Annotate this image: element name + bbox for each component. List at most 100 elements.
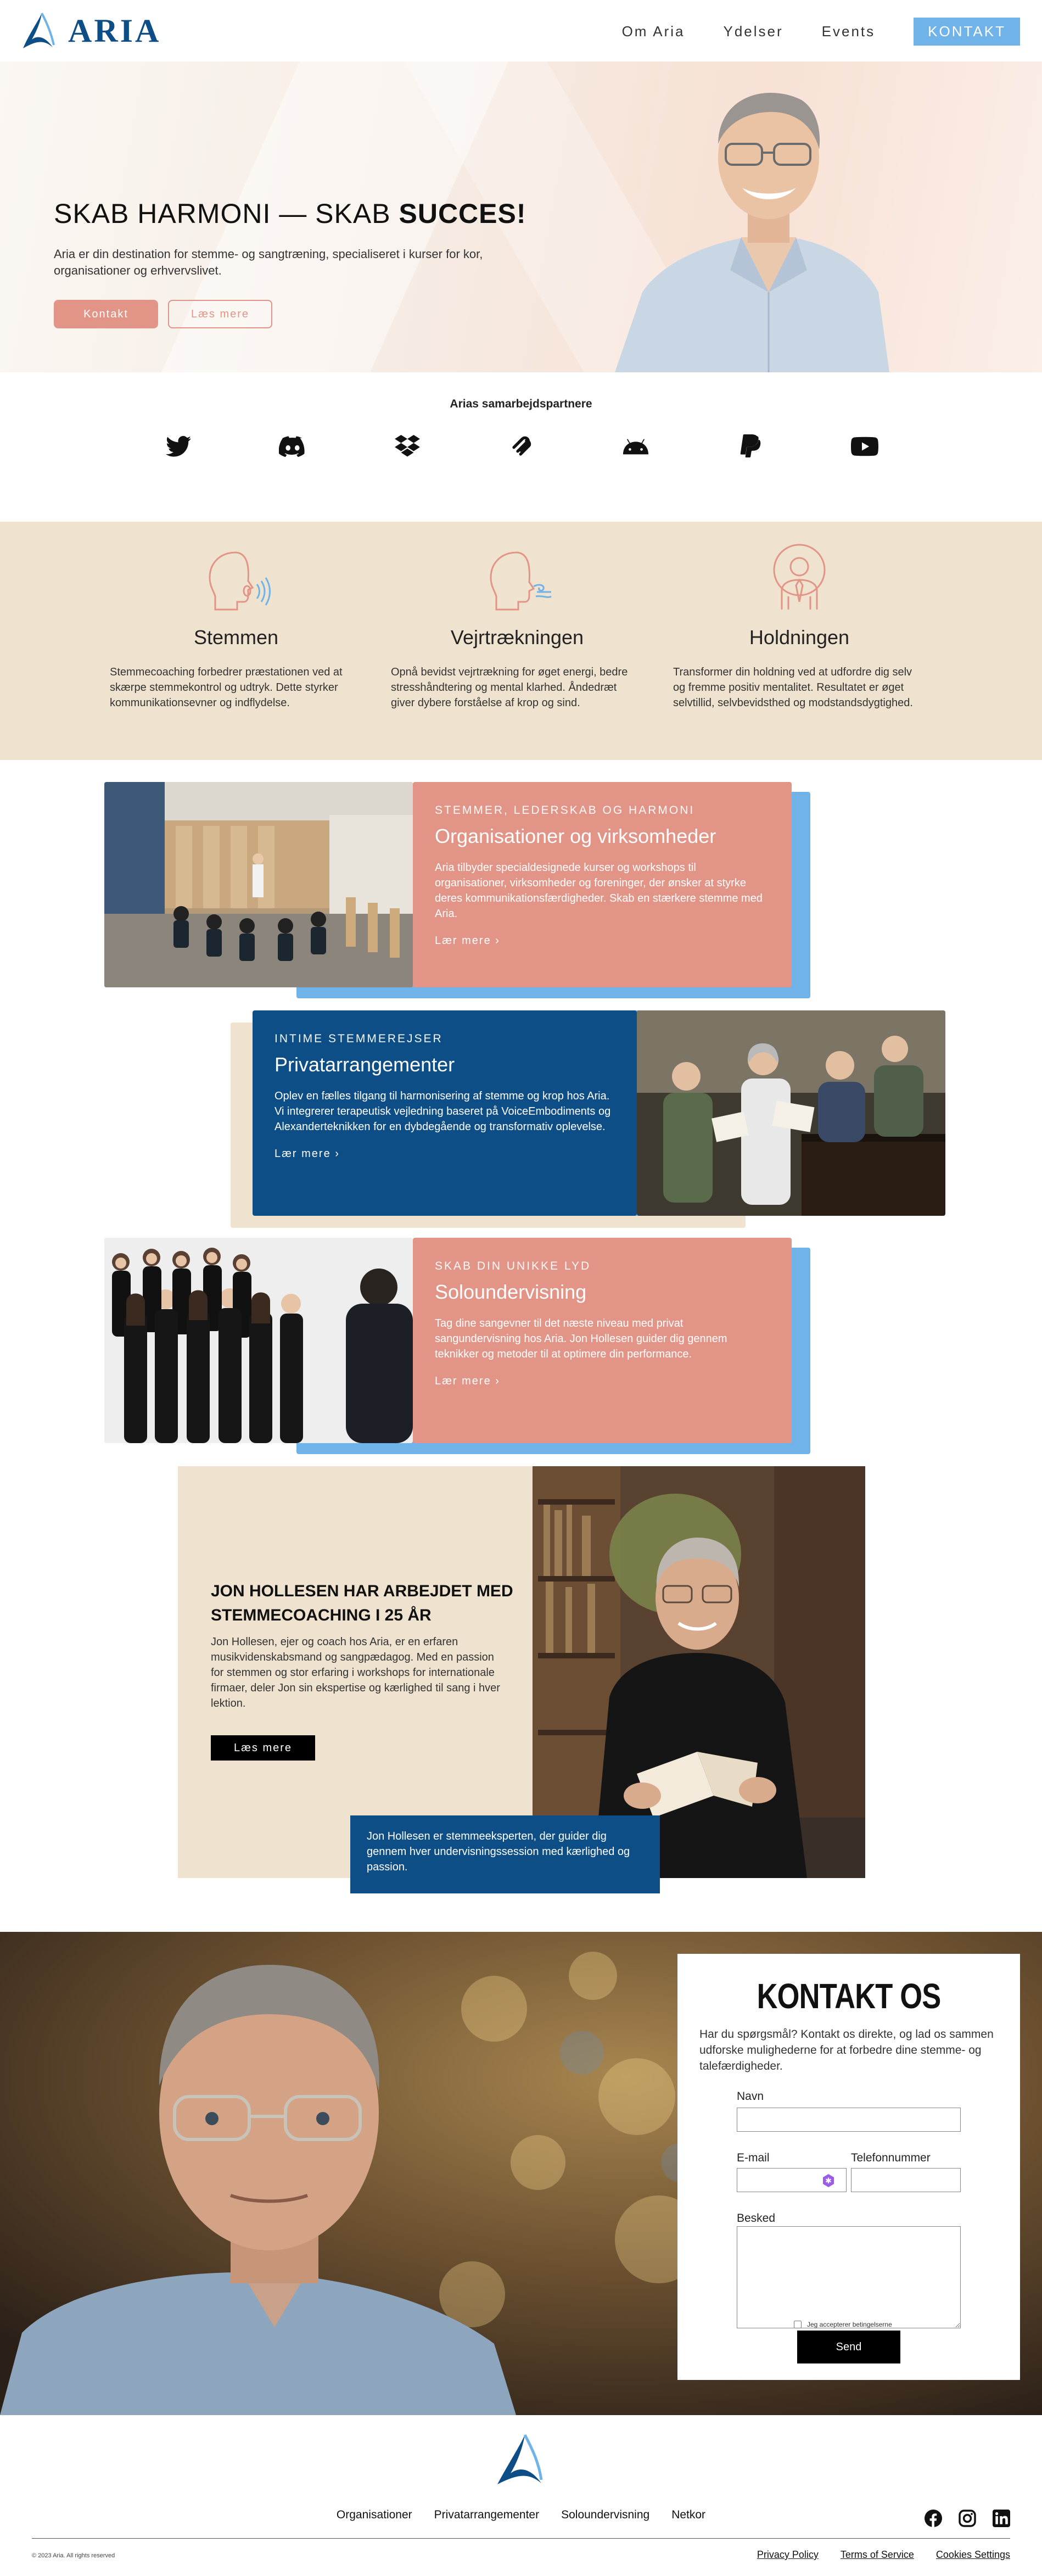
singers-photo xyxy=(637,1010,945,1216)
partners-section: Arias samarbejdspartnere xyxy=(0,372,1042,522)
service-text: Stemmecoaching forbedrer præstationen ve… xyxy=(110,666,343,709)
service-title: Stemmen xyxy=(193,626,279,649)
page: ARIA Om Aria Ydelser Events KONTAKT SKAB… xyxy=(0,0,1042,2576)
email-label: E-mail xyxy=(737,2152,770,2164)
facebook-icon[interactable] xyxy=(925,2510,942,2530)
legal-links: Privacy Policy Terms of Service Cookies … xyxy=(757,2549,1010,2561)
consent-row: Jeg accepterer betingelserne xyxy=(794,2321,892,2328)
contact-section: KONTAKT OS Har du spørgsmål? Kontakt os … xyxy=(0,1932,1042,2415)
singing-head-icon xyxy=(209,551,271,611)
posture-person-icon xyxy=(773,544,826,610)
chevron-right-icon: › xyxy=(495,935,500,947)
linkedin-icon[interactable] xyxy=(993,2510,1010,2530)
twitter-icon[interactable] xyxy=(165,433,192,460)
about-caption: Jon Hollesen er stemmeeksperten, der gui… xyxy=(350,1815,660,1893)
contact-form: KONTAKT OS Har du spørgsmål? Kontakt os … xyxy=(677,1954,1020,2380)
brand-name: ARIA xyxy=(68,12,161,49)
feature-title: Privatarrangementer xyxy=(274,1053,455,1076)
paypal-icon[interactable] xyxy=(737,433,764,460)
phone-label: Telefonnummer xyxy=(851,2152,931,2164)
hero: SKAB HARMONI — SKAB SUCCES! Aria er din … xyxy=(0,62,1042,372)
partner-logos xyxy=(165,433,878,460)
nav-om-aria[interactable]: Om Aria xyxy=(622,23,685,40)
name-input[interactable] xyxy=(737,2108,961,2132)
service-text: Opnå bevidst vejrtrækning for øget energ… xyxy=(391,666,628,709)
main-nav: Om Aria Ydelser Events KONTAKT xyxy=(622,18,1020,46)
feature-title: Organisationer og virksomheder xyxy=(435,825,716,847)
nav-ydelser[interactable]: Ydelser xyxy=(723,23,783,40)
footer-nav: Organisationer Privatarrangementer Solou… xyxy=(0,2508,1042,2522)
feature-text: Oplev en fælles tilgang til harmoniserin… xyxy=(274,1090,611,1133)
instagram-icon[interactable] xyxy=(959,2510,976,2530)
feature-soloundervisning: SKAB DIN UNIKKE LYD Soloundervisning Tag… xyxy=(104,1238,813,1454)
service-stemmen: Stemmen Stemmecoaching forbedrer præstat… xyxy=(110,541,362,711)
hero-contact-button[interactable]: Kontakt xyxy=(54,300,158,328)
terms-of-service-link[interactable]: Terms of Service xyxy=(841,2549,914,2561)
about-text: Jon Hollesen, ejer og coach hos Aria, er… xyxy=(211,1636,500,1709)
site-header: ARIA Om Aria Ydelser Events KONTAKT xyxy=(0,0,1042,62)
about-title: JON HOLLESEN HAR ARBEJDET MED STEMMECOAC… xyxy=(211,1582,513,1624)
service-vejrtraekningen: Vejrtrækningen Opnå bevidst vejrtrækning… xyxy=(391,541,643,711)
youtube-icon[interactable] xyxy=(850,433,878,460)
about-jon-section: JON HOLLESEN HAR ARBEJDET MED STEMMECOAC… xyxy=(178,1466,865,1893)
footer-link-netkor[interactable]: Netkor xyxy=(671,2508,705,2522)
feature-title: Soloundervisning xyxy=(435,1281,587,1303)
about-read-more-button[interactable]: Læs mere xyxy=(211,1735,315,1761)
service-title: Vejrtrækningen xyxy=(450,626,584,649)
service-text: Transformer din holdning ved at udfordre… xyxy=(673,666,913,709)
logo[interactable]: ARIA xyxy=(20,11,161,51)
squarespace-icon[interactable] xyxy=(508,433,535,460)
chevron-right-icon: › xyxy=(495,1375,500,1387)
feature-card: STEMMER, LEDERSKAB OG HARMONI Organisati… xyxy=(413,782,792,987)
message-textarea[interactable] xyxy=(737,2226,961,2328)
message-label: Besked xyxy=(737,2212,776,2225)
learn-more-link[interactable]: Lær mere › xyxy=(274,1148,340,1160)
feature-text: Aria tilbyder specialdesignede kurser og… xyxy=(435,862,763,920)
hero-read-more-button[interactable]: Læs mere xyxy=(168,300,272,328)
nav-events[interactable]: Events xyxy=(822,23,876,40)
services-section: Stemmen Stemmecoaching forbedrer præstat… xyxy=(0,522,1042,760)
feature-card: SKAB DIN UNIKKE LYD Soloundervisning Tag… xyxy=(413,1238,792,1443)
service-title: Holdningen xyxy=(749,626,850,649)
workshop-photo xyxy=(104,782,413,987)
contact-title: KONTAKT OS xyxy=(757,1976,942,2016)
feature-privatarrangementer: INTIME STEMMEREJSER Privatarrangementer … xyxy=(231,1010,945,1228)
footer-link-soloundervisning[interactable]: Soloundervisning xyxy=(561,2508,649,2522)
copyright: © 2023 Aria. All rights reserved xyxy=(32,2552,115,2559)
hero-text: Aria er din destination for stemme- og s… xyxy=(54,247,483,277)
aria-swoosh-icon xyxy=(23,13,55,48)
contact-lead: Har du spørgsmål? Kontakt os direkte, og… xyxy=(699,2028,994,2072)
learn-more-link[interactable]: Lær mere › xyxy=(435,935,500,947)
send-button[interactable]: Send xyxy=(797,2331,900,2363)
breathing-head-icon xyxy=(490,551,552,611)
feature-card: INTIME STEMMEREJSER Privatarrangementer … xyxy=(253,1010,637,1216)
feature-eyebrow: SKAB DIN UNIKKE LYD xyxy=(435,1260,591,1272)
dropbox-icon[interactable] xyxy=(394,433,421,460)
cookies-settings-link[interactable]: Cookies Settings xyxy=(936,2549,1010,2561)
choir-photo xyxy=(104,1238,413,1443)
learn-more-link[interactable]: Lær mere › xyxy=(435,1375,500,1388)
nav-kontakt-button[interactable]: KONTAKT xyxy=(914,18,1020,46)
partners-title: Arias samarbejdspartnere xyxy=(450,398,592,410)
svg-text:✱: ✱ xyxy=(825,2177,832,2186)
discord-icon[interactable] xyxy=(279,433,306,460)
footer-divider xyxy=(32,2538,1010,2539)
phone-input[interactable] xyxy=(851,2168,961,2192)
chevron-right-icon: › xyxy=(335,1148,340,1160)
consent-checkbox[interactable] xyxy=(794,2321,802,2328)
feature-eyebrow: INTIME STEMMEREJSER xyxy=(274,1032,443,1045)
social-links xyxy=(925,2510,1010,2530)
service-holdningen: Holdningen Transformer din holdning ved … xyxy=(673,541,926,711)
footer-link-organisationer[interactable]: Organisationer xyxy=(337,2508,412,2522)
footer-link-privatarrangementer[interactable]: Privatarrangementer xyxy=(434,2508,539,2522)
password-manager-icon[interactable]: ✱ xyxy=(821,2173,836,2188)
hero-portrait xyxy=(615,92,889,372)
feature-organisationer: STEMMER, LEDERSKAB OG HARMONI Organisati… xyxy=(104,782,813,998)
name-label: Navn xyxy=(737,2090,764,2103)
hero-title: SKAB HARMONI — SKAB SUCCES! xyxy=(54,198,526,229)
privacy-policy-link[interactable]: Privacy Policy xyxy=(757,2549,819,2561)
site-footer: Organisationer Privatarrangementer Solou… xyxy=(0,2415,1042,2576)
consent-label: Jeg accepterer betingelserne xyxy=(807,2321,892,2328)
footer-logo-icon[interactable] xyxy=(494,2433,548,2488)
android-icon[interactable] xyxy=(622,433,649,460)
